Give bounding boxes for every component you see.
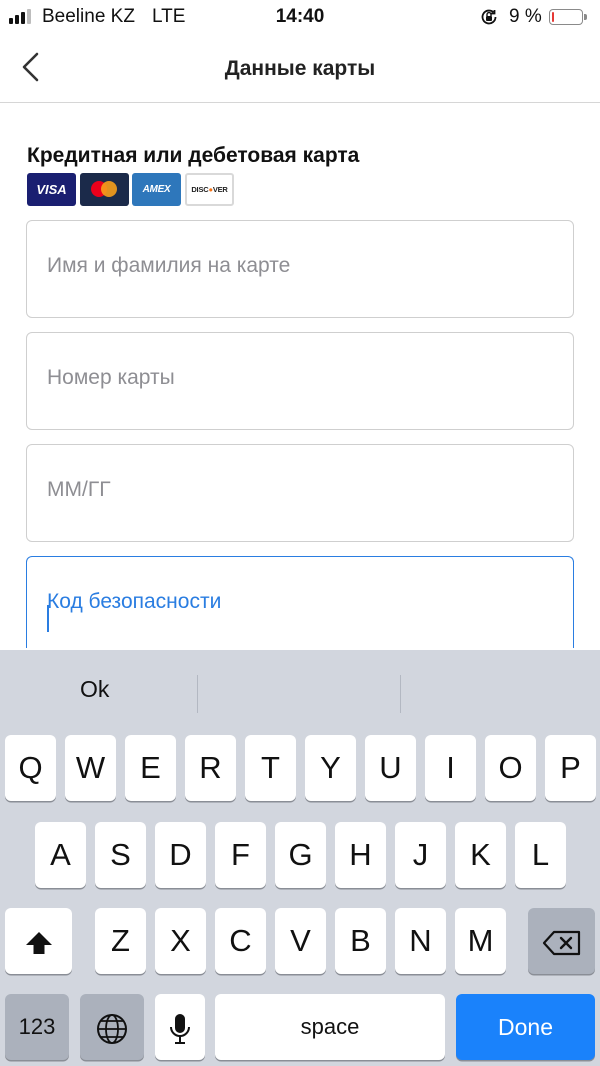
status-bar: Beeline KZ LTE 14:40 9 % <box>0 0 600 34</box>
shift-key[interactable] <box>5 908 72 974</box>
key-a[interactable]: A <box>35 822 86 888</box>
text-cursor <box>47 605 49 632</box>
key-k[interactable]: K <box>455 822 506 888</box>
battery-icon <box>549 9 587 25</box>
key-e[interactable]: E <box>125 735 176 801</box>
suggestion-bar: Ok <box>0 650 600 736</box>
key-z[interactable]: Z <box>95 908 146 974</box>
key-p[interactable]: P <box>545 735 596 801</box>
expiry-date-field[interactable]: ММ/ГГ <box>26 444 574 542</box>
key-t[interactable]: T <box>245 735 296 801</box>
cardholder-name-field[interactable]: Имя и фамилия на карте <box>26 220 574 318</box>
cardholder-name-placeholder: Имя и фамилия на карте <box>47 254 291 277</box>
key-b[interactable]: B <box>335 908 386 974</box>
backspace-icon <box>542 930 580 955</box>
suggestion-divider <box>197 675 198 713</box>
card-section-title: Кредитная или дебетовая карта <box>27 144 360 167</box>
key-i[interactable]: I <box>425 735 476 801</box>
key-h[interactable]: H <box>335 822 386 888</box>
keyboard: Ok Q W E R T Y U I O P A S D F G H J K L… <box>0 650 600 1066</box>
shift-arrow-icon <box>25 931 52 954</box>
key-f[interactable]: F <box>215 822 266 888</box>
key-u[interactable]: U <box>365 735 416 801</box>
page-title: Данные карты <box>224 57 376 80</box>
key-o[interactable]: O <box>485 735 536 801</box>
key-s[interactable]: S <box>95 822 146 888</box>
key-c[interactable]: C <box>215 908 266 974</box>
visa-logo: VISA <box>27 173 76 206</box>
globe-icon <box>97 1013 127 1044</box>
key-d[interactable]: D <box>155 822 206 888</box>
key-j[interactable]: J <box>395 822 446 888</box>
security-code-label: Код безопасности <box>47 590 222 613</box>
rotation-lock-icon <box>481 9 497 25</box>
key-n[interactable]: N <box>395 908 446 974</box>
key-g[interactable]: G <box>275 822 326 888</box>
key-v[interactable]: V <box>275 908 326 974</box>
key-m[interactable]: M <box>455 908 506 974</box>
backspace-key[interactable] <box>528 908 595 974</box>
numbers-key[interactable]: 123 <box>5 994 69 1060</box>
space-key[interactable]: space <box>215 994 445 1060</box>
battery-percent: 9 % <box>509 6 542 27</box>
dictation-key[interactable] <box>155 994 205 1060</box>
expiry-date-placeholder: ММ/ГГ <box>47 478 111 501</box>
mastercard-logo <box>80 173 129 206</box>
security-code-field[interactable]: Код безопасности <box>26 556 574 648</box>
globe-key[interactable] <box>80 994 144 1060</box>
key-x[interactable]: X <box>155 908 206 974</box>
card-number-placeholder: Номер карты <box>47 366 175 389</box>
key-l[interactable]: L <box>515 822 566 888</box>
done-key[interactable]: Done <box>456 994 595 1060</box>
card-number-field[interactable]: Номер карты <box>26 332 574 430</box>
suggestion-divider <box>400 675 401 713</box>
microphone-icon <box>170 1013 190 1044</box>
key-y[interactable]: Y <box>305 735 356 801</box>
key-w[interactable]: W <box>65 735 116 801</box>
discover-logo: DISC●VER <box>185 173 234 206</box>
key-r[interactable]: R <box>185 735 236 801</box>
amex-logo: AMEX <box>132 173 181 206</box>
suggestion-ok[interactable]: Ok <box>80 676 109 703</box>
navigation-bar: Данные карты <box>0 34 600 103</box>
key-q[interactable]: Q <box>5 735 56 801</box>
